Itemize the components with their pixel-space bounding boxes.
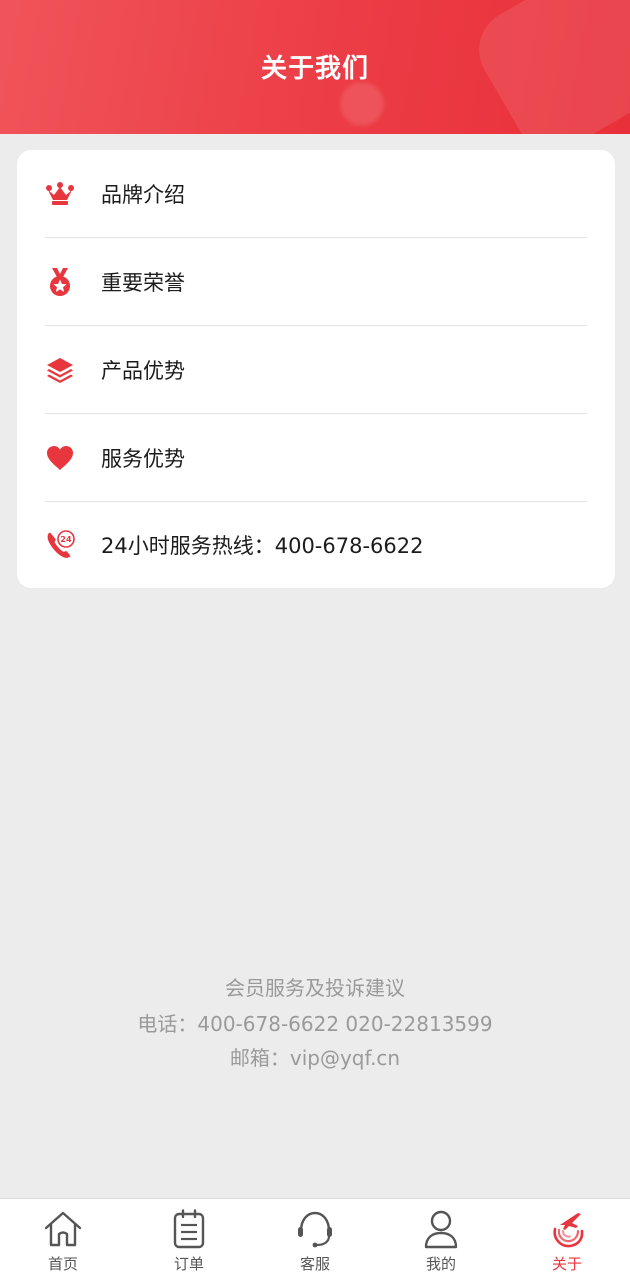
menu-item-service-advantages[interactable]: 服务优势	[45, 414, 587, 502]
header-decoration-dot	[340, 82, 384, 126]
medal-icon	[45, 267, 75, 297]
menu-item-label: 24小时服务热线：400-678-6622	[101, 534, 424, 558]
header-bar: 关于我们	[0, 0, 630, 134]
contact-phone: 电话：400-678-6622 020-22813599	[137, 1012, 493, 1036]
tab-label: 客服	[299, 1255, 330, 1273]
headset-icon	[293, 1207, 337, 1251]
complaint-title: 会员服务及投诉建议	[225, 976, 405, 1000]
page-title: 关于我们	[260, 54, 369, 84]
crown-icon	[45, 179, 75, 209]
menu-item-product-advantages[interactable]: 产品优势	[45, 326, 587, 414]
tab-label: 关于	[551, 1255, 582, 1273]
tab-customer-service[interactable]: 客服	[252, 1199, 378, 1280]
contact-email: 邮箱：vip@yqf.cn	[229, 1046, 401, 1070]
tab-home[interactable]: 首页	[0, 1199, 126, 1280]
tab-about[interactable]: 关于	[504, 1199, 630, 1280]
tab-label: 首页	[47, 1255, 78, 1273]
svg-text:24: 24	[60, 535, 72, 544]
user-icon	[419, 1207, 463, 1251]
plane-logo-icon	[545, 1207, 589, 1251]
about-page: 关于我们 品牌介绍 重要荣誉 产品优势 服务优势 24 24小时服务热线：400…	[0, 0, 630, 1280]
heart-icon	[45, 443, 75, 473]
layers-icon	[45, 355, 75, 385]
menu-item-label: 产品优势	[101, 358, 185, 383]
menu-item-hotline[interactable]: 24 24小时服务热线：400-678-6622	[45, 502, 587, 588]
clipboard-icon	[167, 1207, 211, 1251]
tab-mine[interactable]: 我的	[378, 1199, 504, 1280]
menu-item-label: 重要荣誉	[101, 270, 185, 295]
tab-label: 订单	[173, 1255, 204, 1273]
menu-item-honors[interactable]: 重要荣誉	[45, 238, 587, 326]
home-icon	[41, 1207, 85, 1251]
about-menu-card: 品牌介绍 重要荣誉 产品优势 服务优势 24 24小时服务热线：400-678-…	[17, 150, 615, 588]
tab-label: 我的	[425, 1255, 456, 1273]
menu-item-label: 服务优势	[101, 446, 185, 471]
bottom-tab-bar: 首页 订单 客服 我的 关于	[0, 1198, 630, 1280]
menu-item-label: 品牌介绍	[101, 182, 185, 207]
menu-item-brand-intro[interactable]: 品牌介绍	[45, 150, 587, 238]
phone-24h-icon: 24	[45, 530, 75, 560]
tab-orders[interactable]: 订单	[126, 1199, 252, 1280]
